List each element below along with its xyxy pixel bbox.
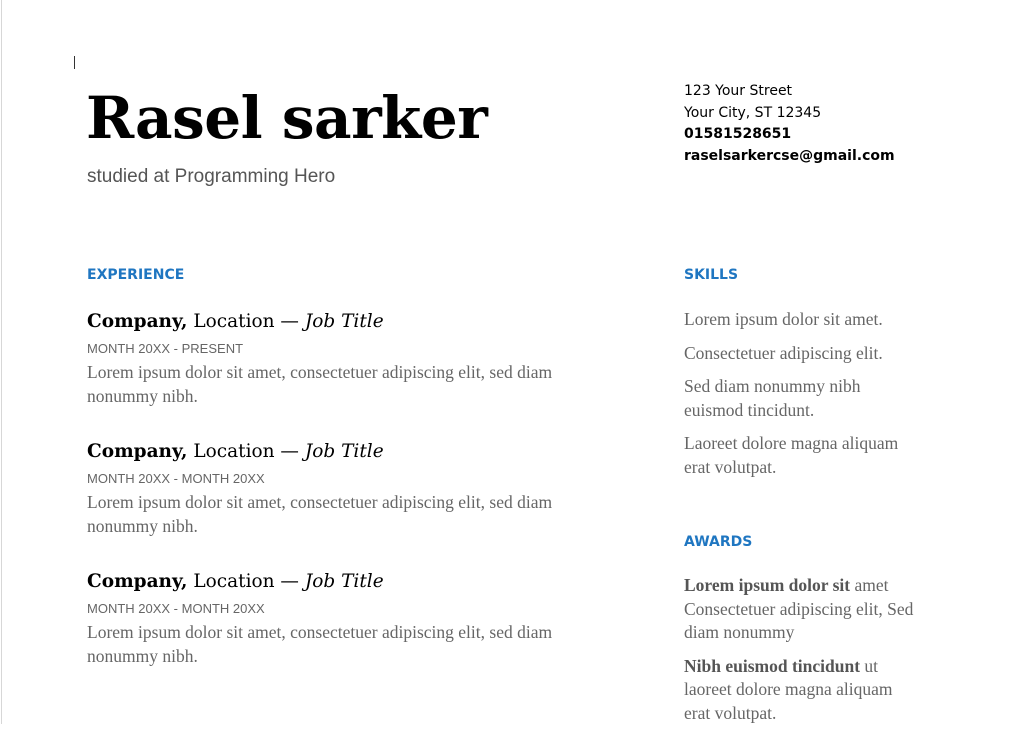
page-left-edge bbox=[1, 0, 2, 724]
awards-list[interactable]: Lorem ipsum dolor sit amet Consectetuer … bbox=[684, 574, 914, 735]
job-separator: — bbox=[274, 441, 305, 462]
job-description: Lorem ipsum dolor sit amet, consectetuer… bbox=[87, 362, 553, 406]
experience-heading[interactable]: EXPERIENCE bbox=[87, 267, 184, 283]
skills-list[interactable]: Lorem ipsum dolor sit amet. Consectetuer… bbox=[684, 308, 914, 489]
job-line[interactable]: Company, Location — Job Title bbox=[87, 310, 597, 334]
award-title: Nibh euismod tincidunt bbox=[684, 655, 861, 676]
award-title: Lorem ipsum dolor sit bbox=[684, 575, 851, 595]
contact-email[interactable]: raselsarkercse@gmail.com bbox=[684, 146, 895, 168]
job-line[interactable]: Company, Location — Job Title bbox=[87, 570, 597, 594]
job-description: Lorem ipsum dolor sit amet, consectetuer… bbox=[87, 622, 553, 666]
job-description: Lorem ipsum dolor sit amet, consectetuer… bbox=[87, 492, 553, 536]
job-location: Location bbox=[187, 441, 275, 462]
resume-subtitle[interactable]: studied at Programming Hero bbox=[87, 166, 335, 188]
contact-block[interactable]: 123 Your Street Your City, ST 12345 0158… bbox=[684, 81, 895, 167]
job-separator: — bbox=[274, 571, 305, 592]
award-item[interactable]: Lorem ipsum dolor sit amet Consectetuer … bbox=[684, 574, 914, 645]
job-title: Job Title bbox=[304, 441, 384, 462]
text-cursor bbox=[74, 56, 75, 69]
job-line[interactable]: Company, Location — Job Title bbox=[87, 440, 597, 464]
job-title: Job Title bbox=[304, 571, 384, 592]
job-dates: MONTH 20XX - MONTH 20XX bbox=[87, 471, 265, 486]
award-item[interactable]: Nibh euismod tincidunt ut laoreet dolore… bbox=[684, 655, 914, 726]
job-dates: MONTH 20XX - PRESENT bbox=[87, 341, 244, 356]
skill-item[interactable]: Consectetuer adipiscing elit. bbox=[684, 342, 914, 366]
contact-street[interactable]: 123 Your Street bbox=[684, 81, 895, 103]
contact-city[interactable]: Your City, ST 12345 bbox=[684, 103, 895, 125]
contact-phone[interactable]: 01581528651 bbox=[684, 124, 895, 146]
job-title: Job Title bbox=[304, 311, 384, 332]
job-dates: MONTH 20XX - MONTH 20XX bbox=[87, 601, 265, 616]
job-location: Location bbox=[187, 311, 275, 332]
skill-item[interactable]: Lorem ipsum dolor sit amet. bbox=[684, 308, 914, 332]
resume-name[interactable]: Rasel sarker bbox=[86, 80, 488, 156]
company-name: Company, bbox=[87, 441, 188, 462]
skill-item[interactable]: Sed diam nonummy nibh euismod tincidunt. bbox=[684, 375, 914, 422]
experience-item[interactable]: Company, Location — Job Title MONTH 20XX… bbox=[87, 310, 597, 408]
skill-item[interactable]: Laoreet dolore magna aliquam erat volutp… bbox=[684, 432, 914, 479]
skills-heading[interactable]: SKILLS bbox=[684, 267, 738, 283]
experience-item[interactable]: Company, Location — Job Title MONTH 20XX… bbox=[87, 570, 597, 668]
company-name: Company, bbox=[87, 571, 188, 592]
company-name: Company, bbox=[87, 311, 188, 332]
experience-item[interactable]: Company, Location — Job Title MONTH 20XX… bbox=[87, 440, 597, 538]
awards-heading[interactable]: AWARDS bbox=[684, 534, 752, 550]
job-location: Location bbox=[187, 571, 275, 592]
job-separator: — bbox=[274, 311, 305, 332]
